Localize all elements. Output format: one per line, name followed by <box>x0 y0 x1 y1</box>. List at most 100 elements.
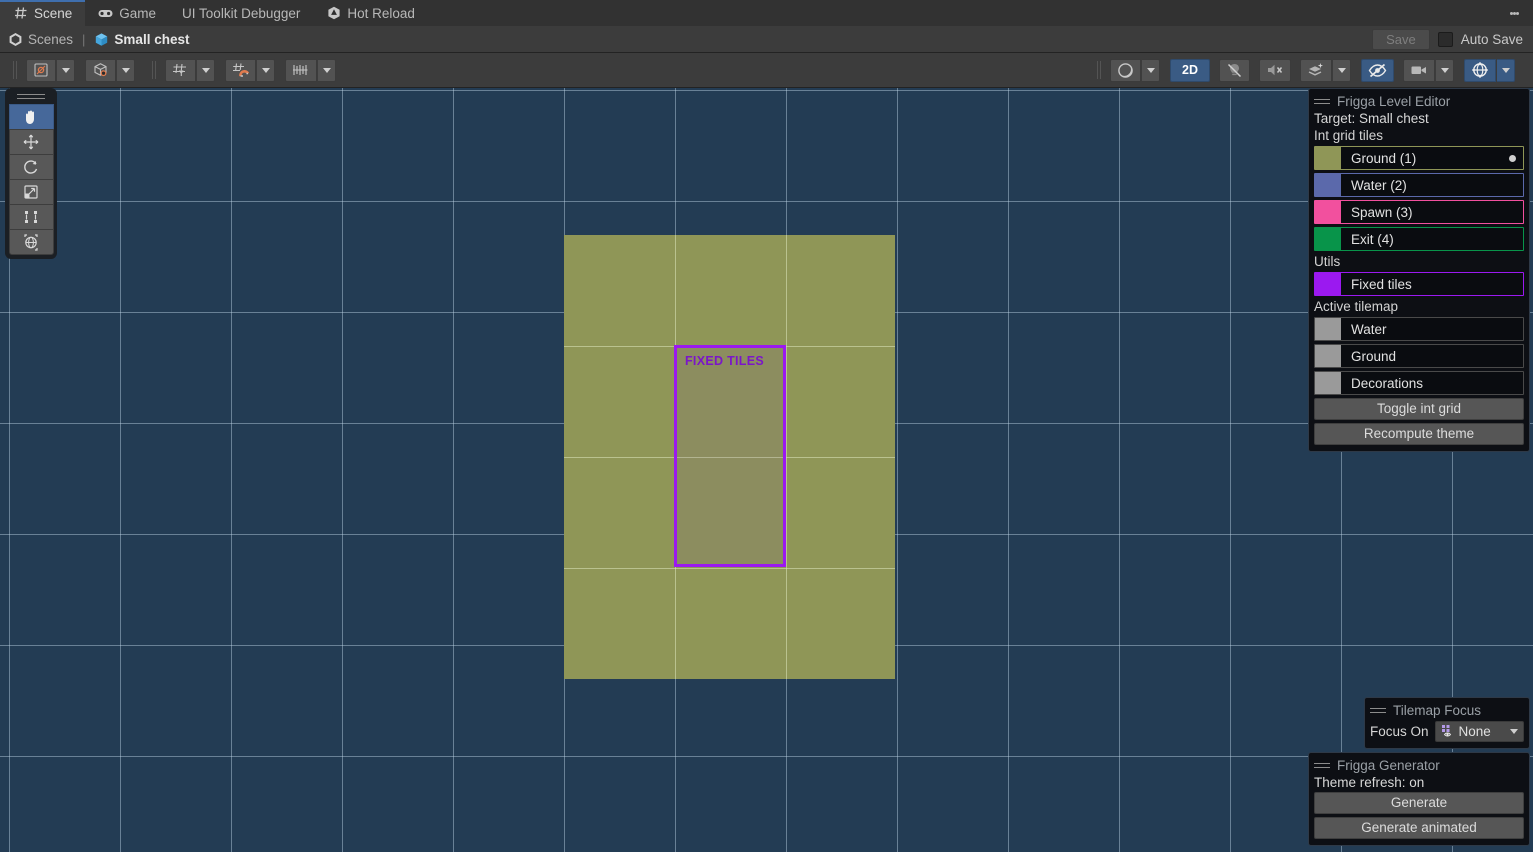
scale-tool[interactable] <box>8 179 54 205</box>
grid-line-vertical <box>1230 88 1231 852</box>
cube-handle-icon[interactable] <box>85 58 116 82</box>
grid-line-vertical <box>1119 88 1120 852</box>
grid-axis-toggle[interactable] <box>165 58 216 82</box>
chevron-down-icon[interactable] <box>1142 58 1160 82</box>
tab-label: UI Toolkit Debugger <box>182 5 301 21</box>
hand-tool[interactable] <box>8 104 54 130</box>
grid-y-icon[interactable] <box>165 58 196 82</box>
auto-save-checkbox[interactable] <box>1437 31 1453 47</box>
drag-grip-icon[interactable] <box>1370 707 1386 715</box>
active-tilemap-section-label: Active tilemap <box>1314 299 1399 314</box>
chevron-down-icon[interactable] <box>1436 58 1454 82</box>
chevron-down-icon[interactable] <box>1510 728 1518 734</box>
chevron-down-icon[interactable] <box>117 58 135 82</box>
panel-title: Frigga Generator <box>1337 758 1440 773</box>
grid-line-horizontal <box>0 90 1533 91</box>
int-grid-tile-spawn[interactable]: Spawn (3) <box>1314 200 1524 224</box>
tile-label: Spawn (3) <box>1351 204 1413 220</box>
int-grid-tile-exit[interactable]: Exit (4) <box>1314 227 1524 251</box>
chevron-down-icon[interactable] <box>318 58 336 82</box>
drag-grip-icon[interactable] <box>17 92 45 101</box>
scene-tool-palette <box>5 88 57 259</box>
tab-game[interactable]: Game <box>85 0 169 26</box>
tab-ui-toolkit-debugger[interactable]: UI Toolkit Debugger <box>169 0 313 26</box>
grid-ruler-icon[interactable] <box>285 58 317 82</box>
tab-hot-reload[interactable]: Hot Reload <box>313 0 428 26</box>
drag-grip-icon[interactable] <box>1314 762 1330 770</box>
tab-label: Hot Reload <box>347 5 415 21</box>
tilemap-focus-panel: Tilemap Focus Focus On None <box>1364 697 1530 749</box>
tab-scene[interactable]: Scene <box>0 0 86 26</box>
save-button[interactable]: Save <box>1372 28 1430 50</box>
camera-icon[interactable] <box>1403 58 1435 82</box>
toggle-int-grid-button[interactable]: Toggle int grid <box>1314 398 1524 420</box>
tile-row-body: Exit (4) <box>1341 228 1523 250</box>
chevron-down-icon[interactable] <box>257 58 275 82</box>
panel-header[interactable]: Tilemap Focus <box>1370 702 1524 719</box>
audio-mute-icon[interactable] <box>1259 58 1291 82</box>
focus-on-value: None <box>1458 723 1491 739</box>
grid-size-toggle[interactable] <box>285 58 337 82</box>
selected-dot-icon <box>1509 154 1516 162</box>
grid-line-horizontal <box>0 201 1533 202</box>
breadcrumb-scenes[interactable]: Scenes <box>8 32 73 47</box>
color-swatch <box>1315 174 1341 196</box>
scene-gizmos-toggle[interactable] <box>1464 58 1516 82</box>
transform-globe-icon[interactable] <box>8 229 54 255</box>
generate-animated-button[interactable]: Generate animated <box>1314 817 1524 839</box>
toggle-2d[interactable]: 2D <box>1170 58 1210 82</box>
generate-button[interactable]: Generate <box>1314 792 1524 814</box>
recompute-theme-button[interactable]: Recompute theme <box>1314 423 1524 445</box>
color-swatch <box>1315 345 1341 367</box>
chevron-down-icon[interactable] <box>197 58 215 82</box>
grid-magnet-icon[interactable] <box>225 58 256 82</box>
scene-fx[interactable] <box>1300 58 1352 82</box>
breadcrumb-object-label: Small chest <box>114 31 190 47</box>
sphere-icon[interactable] <box>1110 58 1141 82</box>
pivot-icon[interactable] <box>26 58 56 82</box>
active-tilemap-decorations[interactable]: Decorations <box>1314 371 1524 395</box>
breadcrumb-scenes-label: Scenes <box>28 31 74 47</box>
drag-grip-icon[interactable] <box>1314 98 1330 106</box>
focus-on-dropdown[interactable]: None <box>1434 720 1524 742</box>
pivot-rotation-toggle[interactable] <box>26 58 76 82</box>
grid-line-vertical <box>342 88 343 852</box>
int-grid-tile-water[interactable]: Water (2) <box>1314 173 1524 197</box>
hexagon-icon <box>326 6 341 21</box>
scene-view-shading[interactable] <box>1110 58 1161 82</box>
breadcrumb-object[interactable]: Small chest <box>94 32 189 47</box>
tile-label: Ground <box>1351 348 1397 364</box>
active-tilemap-ground[interactable]: Ground <box>1314 344 1524 368</box>
color-swatch <box>1315 372 1341 394</box>
chevron-down-icon[interactable] <box>1497 58 1515 82</box>
more-options-icon[interactable] <box>1503 0 1525 26</box>
fx-layers-icon[interactable] <box>1300 58 1332 82</box>
light-off-icon[interactable] <box>1219 58 1250 82</box>
scene-viewport[interactable]: FIXED TILES <box>0 88 1533 852</box>
color-swatch <box>1315 273 1341 295</box>
move-tool[interactable] <box>8 129 54 155</box>
tile-row-body: Decorations <box>1341 372 1523 394</box>
scene-camera-settings[interactable] <box>1403 58 1455 82</box>
fixed-tiles-selection[interactable]: FIXED TILES <box>674 345 786 567</box>
panel-header[interactable]: Frigga Generator <box>1314 757 1524 774</box>
int-grid-tile-ground[interactable]: Ground (1) <box>1314 146 1524 170</box>
rotate-tool[interactable] <box>8 154 54 180</box>
panel-header[interactable]: Frigga Level Editor <box>1314 93 1524 110</box>
grid-snap-toggle[interactable] <box>225 58 276 82</box>
active-tilemap-water[interactable]: Water <box>1314 317 1524 341</box>
prefab-cube-icon <box>94 32 109 47</box>
int-grid-section-label: Int grid tiles <box>1314 128 1384 143</box>
unity-editor-window: Scene Game UI Toolkit Debugger Hot Reloa… <box>0 0 1533 852</box>
rect-transform-tool[interactable] <box>8 204 54 230</box>
tile-row-body: Water <box>1341 318 1523 340</box>
chevron-down-icon[interactable] <box>57 58 75 82</box>
tile-row-body: Spawn (3) <box>1341 201 1523 223</box>
handle-orientation-toggle[interactable] <box>85 58 136 82</box>
chevron-down-icon[interactable] <box>1333 58 1351 82</box>
gizmo-globe-icon[interactable] <box>1464 58 1496 82</box>
utils-fixed-tiles[interactable]: Fixed tiles <box>1314 272 1524 296</box>
focus-on-label: Focus On <box>1370 723 1429 739</box>
unity-scene-icon <box>8 32 23 47</box>
eye-off-icon[interactable] <box>1361 58 1394 82</box>
